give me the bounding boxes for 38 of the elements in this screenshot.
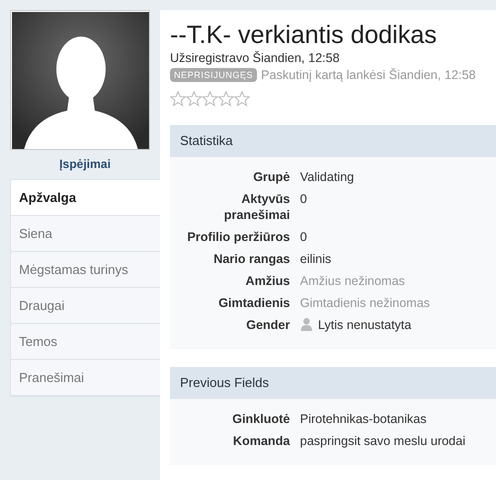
- field-value: Validating: [300, 169, 354, 185]
- section-header: Statistika: [170, 125, 496, 157]
- person-icon: [300, 317, 313, 332]
- star-icon: [218, 91, 234, 107]
- status-badge: NEPRISIJUNGĘS: [170, 68, 258, 82]
- field-value: 0: [300, 191, 307, 207]
- field-value: Pirotehnikas-botanikas: [300, 411, 426, 427]
- star-icon: [186, 91, 202, 107]
- field-label: Aktyvūs pranešimai: [222, 191, 290, 223]
- last-visit: Paskutinį kartą lankėsi Šiandien, 12:58: [261, 68, 476, 82]
- field-value: Lytis nenustatyta: [318, 317, 412, 333]
- field-label: Gimtadienis: [217, 295, 290, 311]
- field-label: Komanda: [232, 433, 290, 449]
- star-icon: [170, 91, 186, 107]
- field-label: Grupė: [252, 169, 290, 185]
- nav-tab[interactable]: Mėgstamas turinys: [11, 252, 161, 288]
- field-value: eilinis: [300, 251, 332, 267]
- field-label: Amžius: [244, 273, 290, 289]
- star-icon: [234, 91, 250, 107]
- field-label: Profilio peržiūros: [186, 229, 290, 245]
- nav-tab[interactable]: Apžvalga: [11, 180, 161, 216]
- field-label: Gender: [245, 317, 290, 333]
- profile-name: --T.K- verkiantis dodikas: [170, 20, 438, 50]
- field-label: Nario rangas: [212, 251, 290, 267]
- field-value: Gimtadienis nežinomas: [300, 295, 430, 311]
- warnings-link[interactable]: Įspėjimai: [0, 157, 160, 171]
- field-value: Amžius nežinomas: [300, 273, 405, 289]
- field-value: 0: [300, 229, 307, 245]
- section-header: Previous Fields: [170, 367, 496, 399]
- field-label: Ginkluotė: [231, 411, 290, 427]
- registered-date: Užsiregistravo Šiandien, 12:58: [170, 51, 341, 65]
- nav-tab[interactable]: Pranešimai: [11, 360, 161, 396]
- nav-tab[interactable]: Temos: [11, 324, 161, 360]
- star-icon: [202, 91, 218, 107]
- field-value: paspringsit savo meslu urodai: [300, 433, 466, 449]
- rating-stars[interactable]: [170, 91, 250, 107]
- nav-tab[interactable]: Siena: [11, 216, 161, 252]
- nav-tab[interactable]: Draugai: [11, 288, 161, 324]
